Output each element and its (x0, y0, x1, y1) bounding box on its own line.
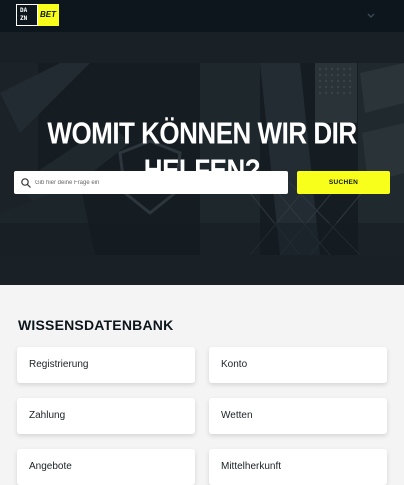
search-input[interactable] (35, 179, 275, 186)
dazn-bet-logo[interactable]: DA ZN BET (16, 4, 59, 26)
search-button[interactable]: SUCHEN (297, 171, 390, 194)
category-card-mittelherkunft[interactable]: Mittelherkunft (209, 449, 387, 485)
logo-bet-label: BET (38, 4, 59, 26)
knowledge-base-title: WISSENSDATENBANK (18, 317, 174, 333)
logo-letters-top: DA (20, 7, 28, 14)
search-icon (21, 177, 31, 188)
secondary-nav-bar (0, 32, 404, 63)
top-navigation-bar: DA ZN BET (0, 0, 404, 32)
chevron-down-icon[interactable] (364, 8, 378, 22)
category-card-konto[interactable]: Konto (209, 347, 387, 383)
knowledge-base-section: WISSENSDATENBANK Registrierung Konto Zah… (0, 285, 404, 485)
category-card-wetten[interactable]: Wetten (209, 398, 387, 434)
hero-bottom-band (0, 255, 404, 285)
search-field[interactable] (14, 171, 288, 194)
logo-letters-bottom: ZN (20, 15, 28, 22)
category-card-zahlung[interactable]: Zahlung (17, 398, 195, 434)
category-card-registrierung[interactable]: Registrierung (17, 347, 195, 383)
hero-banner: WOMIT KÖNNEN WIR DIR HELFEN? SUCHEN (0, 63, 404, 255)
category-card-angebote[interactable]: Angebote (17, 449, 195, 485)
dazn-logo-mark: DA ZN (16, 4, 38, 26)
